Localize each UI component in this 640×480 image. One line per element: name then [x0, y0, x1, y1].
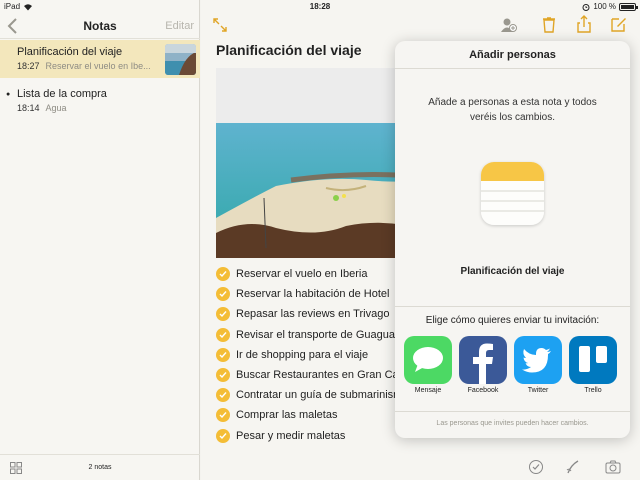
compose-icon[interactable]	[610, 15, 628, 33]
checklist-item-label: Reservar el vuelo en Iberia	[236, 268, 368, 281]
checkmark-icon[interactable]	[216, 287, 230, 302]
checklist-item-label: Pesar y medir maletas	[236, 429, 346, 442]
camera-icon[interactable]	[605, 459, 621, 475]
share-twitter-button[interactable]: Twitter	[514, 336, 562, 394]
shared-icon: ●	[6, 91, 11, 98]
popover-footer: Las personas que invites pueden hacer ca…	[436, 420, 589, 427]
sidebar-title: Notas	[83, 18, 117, 33]
facebook-icon	[459, 336, 507, 384]
note-thumbnail	[165, 44, 196, 75]
share-label: Mensaje	[414, 387, 442, 394]
sketch-icon[interactable]	[565, 459, 581, 475]
checkmark-icon[interactable]	[216, 347, 230, 362]
add-people-popover: Añadir personas Añade a personas a esta …	[395, 41, 630, 438]
status-bar: iPad 18:28 100 %	[0, 0, 640, 13]
chevron-left-icon[interactable]	[6, 17, 20, 35]
expand-icon[interactable]	[213, 18, 227, 32]
checkmark-icon[interactable]	[216, 267, 230, 282]
popover-description: Añade a personas a esta nota y todos ver…	[428, 97, 597, 123]
battery-icon	[619, 2, 638, 11]
trello-icon	[569, 336, 617, 384]
invite-method-label: Elige cómo quieres enviar tu invitación:	[425, 315, 600, 326]
messages-icon	[404, 336, 452, 384]
checklist-item-label: Contratar un guía de submarinismo	[236, 389, 409, 402]
note-item-preview: Reservar el vuelo en Ibe...	[45, 61, 151, 71]
checkmark-icon[interactable]	[216, 307, 230, 322]
share-facebook-button[interactable]: Facebook	[459, 336, 507, 394]
notes-app-icon	[481, 162, 544, 225]
checklist-item-label: Reservar la habitación de Hotel	[236, 288, 390, 301]
edit-button[interactable]: Editar	[165, 20, 194, 32]
sidebar-footer: 2 notas	[0, 454, 200, 480]
checklist-item-label: Buscar Restaurantes en Gran Can	[236, 369, 405, 382]
checkmark-icon[interactable]	[216, 408, 230, 423]
checklist-item-label: Comprar las maletas	[236, 409, 338, 422]
share-icon[interactable]	[575, 15, 593, 33]
checkmark-icon[interactable]	[216, 428, 230, 443]
share-messages-button[interactable]: Mensaje	[404, 336, 452, 394]
add-people-icon[interactable]	[499, 15, 517, 33]
checkmark-icon[interactable]	[216, 388, 230, 403]
share-label: Twitter	[527, 387, 549, 394]
popover-title: Añadir personas	[395, 41, 630, 69]
sidebar-header: Notas Editar	[0, 13, 200, 39]
note-item-time: 18:14	[17, 103, 40, 113]
note-item-preview: Agua	[45, 103, 67, 113]
share-label: Trello	[584, 387, 602, 394]
checklist-item-label: Ir de shopping para el viaje	[236, 348, 369, 361]
notes-icon	[481, 162, 544, 225]
note-item-subtitle: 18:27 Reservar el vuelo en Ibe...	[17, 61, 157, 71]
note-list-item-1[interactable]: ● Lista de la compra 18:14 Agua	[0, 82, 200, 120]
note-footer-toolbar	[201, 454, 640, 480]
notes-sidebar: Notas Editar Planificación del viaje 18:…	[0, 0, 200, 480]
checklist-item-label: Revisar el transporte de Guaguas	[236, 328, 401, 341]
note-item-subtitle: 18:14 Agua	[17, 103, 157, 113]
checkmark-icon[interactable]	[216, 368, 230, 383]
attachments-grid-icon[interactable]	[10, 462, 22, 474]
note-title: Planificación del viaje	[216, 42, 362, 58]
twitter-icon	[514, 336, 562, 384]
note-item-title: Lista de la compra	[17, 88, 107, 100]
checkmark-icon[interactable]	[216, 327, 230, 342]
divider	[395, 306, 630, 307]
status-time: 18:28	[309, 2, 331, 11]
share-label: Facebook	[467, 387, 499, 394]
share-trello-button[interactable]: Trello	[569, 336, 617, 394]
note-item-time: 18:27	[17, 61, 40, 71]
note-list-item-0[interactable]: Planificación del viaje 18:27 Reservar el…	[0, 40, 200, 78]
divider	[395, 411, 630, 412]
note-count: 2 notas	[88, 464, 112, 471]
checklist-item-label: Repasar las reviews en Trivago	[236, 308, 390, 321]
beach-thumbnail-image	[165, 44, 196, 75]
popover-note-name: Planificación del viaje	[460, 266, 565, 277]
trash-icon[interactable]	[540, 15, 558, 33]
checklist-toggle-icon[interactable]	[528, 459, 544, 475]
